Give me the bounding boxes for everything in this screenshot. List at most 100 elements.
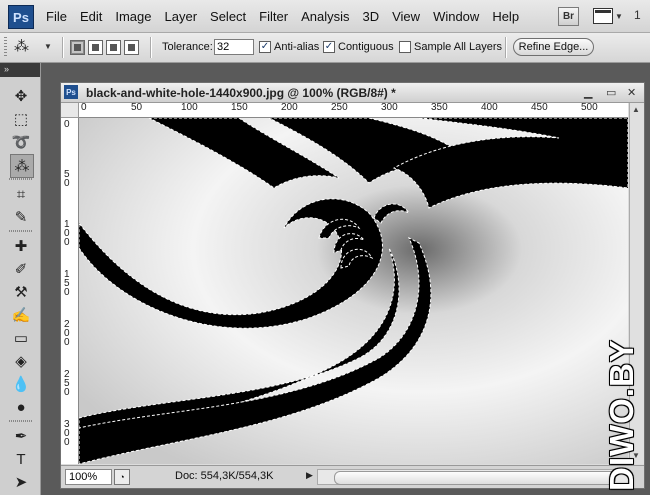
status-bar: 100% ◔ Doc: 554,3K/554,3K ▶ bbox=[61, 465, 644, 488]
document-ps-icon: Ps bbox=[64, 85, 78, 99]
spiral-image bbox=[79, 118, 628, 464]
subtract-from-selection-icon[interactable] bbox=[106, 40, 121, 55]
type-tool-icon[interactable]: T bbox=[10, 448, 32, 470]
blur-tool-icon[interactable]: 💧 bbox=[10, 373, 32, 395]
close-icon[interactable]: ✕ bbox=[627, 86, 636, 99]
intersect-selection-icon[interactable] bbox=[124, 40, 139, 55]
vruler-label: 300 bbox=[64, 419, 70, 448]
document-info: Doc: 554,3K/554,3K bbox=[175, 470, 274, 482]
tool-group-divider bbox=[9, 178, 33, 180]
lasso-tool-icon[interactable]: ➰ bbox=[10, 131, 32, 153]
minimize-icon[interactable]: ▁ bbox=[584, 86, 592, 99]
photoshop-logo-icon: Ps bbox=[8, 5, 34, 29]
dodge-tool-icon[interactable]: ● bbox=[10, 396, 32, 418]
clone-stamp-tool-icon[interactable]: ⚒ bbox=[10, 281, 32, 303]
magic-wand-tool-icon[interactable]: ⁂ bbox=[10, 154, 34, 178]
ruler-origin[interactable] bbox=[61, 103, 79, 118]
document-title: black-and-white-hole-1440x900.jpg @ 100%… bbox=[86, 86, 396, 100]
hruler-label: 400 bbox=[481, 103, 498, 113]
menu-trailing-number: 1 bbox=[634, 8, 641, 22]
sample-all-layers-checkbox[interactable] bbox=[399, 41, 411, 53]
status-menu-icon[interactable]: ▶ bbox=[306, 470, 313, 481]
anti-alias-checkbox[interactable]: ✓ bbox=[259, 41, 271, 53]
document-titlebar[interactable]: Ps black-and-white-hole-1440x900.jpg @ 1… bbox=[61, 83, 644, 103]
horizontal-ruler[interactable]: 0 50 100 150 200 250 300 350 400 450 500 bbox=[79, 103, 628, 118]
horizontal-scrollbar[interactable] bbox=[317, 469, 629, 485]
hruler-label: 0 bbox=[81, 103, 87, 113]
hruler-label: 200 bbox=[281, 103, 298, 113]
options-bar: ⁂ ▼ Tolerance: ✓ Anti-alias ✓ Contiguous… bbox=[0, 33, 650, 63]
tolerance-label: Tolerance: bbox=[162, 41, 213, 53]
scroll-up-icon[interactable]: ▲ bbox=[632, 105, 640, 114]
menu-view[interactable]: View bbox=[392, 9, 420, 24]
hruler-label: 250 bbox=[331, 103, 348, 113]
pen-tool-icon[interactable]: ✒ bbox=[10, 425, 32, 447]
healing-brush-tool-icon[interactable]: ✚ bbox=[10, 235, 32, 257]
collapse-panel-icon[interactable]: » bbox=[4, 64, 9, 74]
contiguous-label: Contiguous bbox=[338, 41, 394, 53]
history-brush-tool-icon[interactable]: ✍ bbox=[10, 304, 32, 326]
menu-select[interactable]: Select bbox=[210, 9, 246, 24]
sample-all-layers-label: Sample All Layers bbox=[414, 41, 503, 53]
vruler-label: 50 bbox=[64, 169, 70, 189]
vruler-label: 0 bbox=[64, 119, 70, 130]
screen-mode-dropdown-icon[interactable]: ▼ bbox=[615, 12, 623, 21]
menu-layer[interactable]: Layer bbox=[165, 9, 198, 24]
document-info-icon[interactable]: ◔ bbox=[114, 469, 130, 485]
menu-edit[interactable]: Edit bbox=[80, 9, 102, 24]
hruler-label: 100 bbox=[181, 103, 198, 113]
tolerance-input[interactable] bbox=[214, 39, 254, 55]
menu-analysis[interactable]: Analysis bbox=[301, 9, 349, 24]
menu-image[interactable]: Image bbox=[115, 9, 151, 24]
menu-help[interactable]: Help bbox=[492, 9, 519, 24]
tool-group-divider bbox=[9, 230, 33, 232]
tools-panel: » ✥ ⬚ ➰ ⁂ ⌗ ✎ ✚ ✐ ⚒ ✍ ▭ ◈ 💧 ● ✒ T ➤ bbox=[0, 63, 41, 495]
crop-tool-icon[interactable]: ⌗ bbox=[10, 183, 32, 205]
hruler-label: 150 bbox=[231, 103, 248, 113]
menu-3d[interactable]: 3D bbox=[362, 9, 379, 24]
add-to-selection-icon[interactable] bbox=[88, 40, 103, 55]
image-canvas[interactable] bbox=[79, 118, 628, 464]
menu-bar: Ps File Edit Image Layer Select Filter Analysi… bbox=[0, 0, 650, 33]
brush-tool-icon[interactable]: ✐ bbox=[10, 258, 32, 280]
vruler-label: 100 bbox=[64, 219, 70, 248]
new-selection-icon[interactable] bbox=[70, 40, 85, 55]
vruler-label: 150 bbox=[64, 269, 70, 298]
hruler-label: 350 bbox=[431, 103, 448, 113]
anti-alias-label: Anti-alias bbox=[274, 41, 320, 53]
separator bbox=[150, 37, 152, 58]
vertical-ruler[interactable]: 0 50 100 150 200 250 300 bbox=[61, 118, 79, 464]
menu-filter[interactable]: Filter bbox=[259, 9, 288, 24]
contiguous-checkbox[interactable]: ✓ bbox=[323, 41, 335, 53]
separator bbox=[505, 37, 507, 58]
refine-edge-button[interactable]: Refine Edge... bbox=[513, 38, 594, 56]
document-window: Ps black-and-white-hole-1440x900.jpg @ 1… bbox=[60, 82, 645, 489]
eyedropper-tool-icon[interactable]: ✎ bbox=[10, 206, 32, 228]
bridge-button[interactable]: Br bbox=[558, 7, 579, 26]
tool-group-divider bbox=[9, 420, 33, 422]
maximize-icon[interactable]: ▭ bbox=[606, 86, 616, 99]
hruler-label: 500 bbox=[581, 103, 598, 113]
options-grip[interactable] bbox=[4, 37, 7, 57]
screen-mode-icon[interactable] bbox=[593, 8, 613, 24]
path-selection-tool-icon[interactable]: ➤ bbox=[10, 471, 32, 493]
hruler-label: 450 bbox=[531, 103, 548, 113]
paint-bucket-tool-icon[interactable]: ◈ bbox=[10, 350, 32, 372]
move-tool-icon[interactable]: ✥ bbox=[10, 85, 32, 107]
separator bbox=[62, 37, 64, 58]
horizontal-scroll-thumb[interactable] bbox=[334, 471, 616, 485]
menu-window[interactable]: Window bbox=[433, 9, 479, 24]
menu-file[interactable]: File bbox=[46, 9, 67, 24]
marquee-tool-icon[interactable]: ⬚ bbox=[10, 108, 32, 130]
menu-list: File Edit Image Layer Select Filter Analysis 3D… bbox=[46, 0, 532, 32]
tools-panel-header[interactable]: » bbox=[0, 63, 40, 77]
hruler-label: 50 bbox=[131, 103, 143, 113]
zoom-level-field[interactable]: 100% bbox=[65, 469, 112, 485]
hruler-label: 300 bbox=[381, 103, 398, 113]
watermark-text: DIWO.BY bbox=[603, 339, 640, 491]
tool-preset-magic-wand-icon[interactable]: ⁂ bbox=[14, 37, 29, 55]
vruler-label: 250 bbox=[64, 369, 70, 398]
eraser-tool-icon[interactable]: ▭ bbox=[10, 327, 32, 349]
tool-preset-dropdown-icon[interactable]: ▼ bbox=[44, 42, 52, 51]
vruler-label: 200 bbox=[64, 319, 70, 348]
